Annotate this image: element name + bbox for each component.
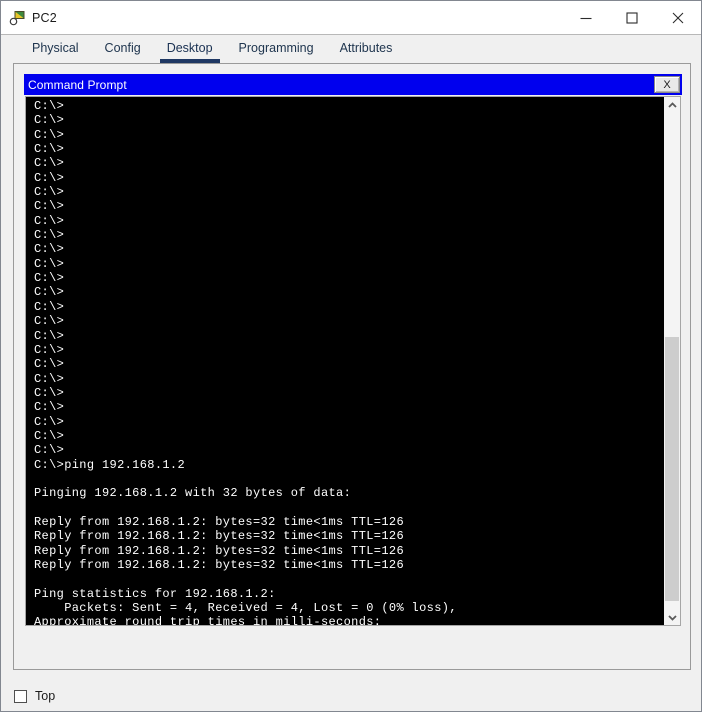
tab-programming[interactable]: Programming <box>226 35 327 63</box>
terminal-line: Reply from 192.168.1.2: bytes=32 time<1m… <box>34 558 663 572</box>
terminal-line: Approximate round trip times in milli-se… <box>34 615 663 625</box>
terminal-line <box>34 501 663 515</box>
terminal-line: C:\> <box>34 415 663 429</box>
terminal-line: C:\> <box>34 372 663 386</box>
window-controls <box>563 1 701 34</box>
terminal-line: C:\> <box>34 214 663 228</box>
command-prompt-title: Command Prompt <box>28 78 127 92</box>
command-prompt-close-button[interactable]: X <box>654 76 680 93</box>
terminal-line: C:\> <box>34 242 663 256</box>
tab-content-desktop: Command Prompt X C:\>C:\>C:\>C:\>C:\>C:\… <box>1 63 701 711</box>
terminal-line: C:\> <box>34 329 663 343</box>
chevron-down-icon[interactable] <box>664 609 680 625</box>
terminal-line: C:\> <box>34 429 663 443</box>
window-titlebar: PC2 <box>1 1 701 34</box>
top-checkbox[interactable] <box>14 690 27 703</box>
close-button[interactable] <box>655 1 701 34</box>
desktop-panel: Command Prompt X C:\>C:\>C:\>C:\>C:\>C:\… <box>13 63 691 670</box>
terminal-line: C:\> <box>34 171 663 185</box>
terminal-line: Reply from 192.168.1.2: bytes=32 time<1m… <box>34 544 663 558</box>
terminal-line: C:\> <box>34 300 663 314</box>
terminal-line: C:\> <box>34 386 663 400</box>
pc2-window: PC2 Physical Config Desktop Programming … <box>0 0 702 712</box>
maximize-button[interactable] <box>609 1 655 34</box>
terminal-line: C:\> <box>34 257 663 271</box>
terminal-line: Packets: Sent = 4, Received = 4, Lost = … <box>34 601 663 615</box>
terminal-line: C:\> <box>34 128 663 142</box>
top-checkbox-label: Top <box>35 689 55 703</box>
terminal-line: C:\> <box>34 285 663 299</box>
terminal-line: Reply from 192.168.1.2: bytes=32 time<1m… <box>34 515 663 529</box>
tab-physical[interactable]: Physical <box>19 35 92 63</box>
tab-attributes[interactable]: Attributes <box>327 35 406 63</box>
terminal-line: C:\> <box>34 199 663 213</box>
terminal-line: C:\>ping 192.168.1.2 <box>34 458 663 472</box>
chevron-up-icon[interactable] <box>664 97 680 113</box>
terminal-line: Ping statistics for 192.168.1.2: <box>34 587 663 601</box>
terminal-line: Pinging 192.168.1.2 with 32 bytes of dat… <box>34 486 663 500</box>
terminal-line: C:\> <box>34 314 663 328</box>
terminal-line: C:\> <box>34 185 663 199</box>
tab-bar: Physical Config Desktop Programming Attr… <box>1 34 701 63</box>
tab-desktop[interactable]: Desktop <box>154 35 226 63</box>
terminal-line: C:\> <box>34 343 663 357</box>
packet-tracer-device-icon <box>9 10 25 26</box>
window-title: PC2 <box>32 11 57 25</box>
terminal-area: C:\>C:\>C:\>C:\>C:\>C:\>C:\>C:\>C:\>C:\>… <box>25 96 681 626</box>
terminal-line <box>34 572 663 586</box>
tab-config[interactable]: Config <box>92 35 154 63</box>
terminal-line: C:\> <box>34 443 663 457</box>
terminal-line <box>34 472 663 486</box>
terminal-line: C:\> <box>34 228 663 242</box>
terminal-output[interactable]: C:\>C:\>C:\>C:\>C:\>C:\>C:\>C:\>C:\>C:\>… <box>26 97 663 625</box>
terminal-line: C:\> <box>34 99 663 113</box>
terminal-line: C:\> <box>34 357 663 371</box>
terminal-line: C:\> <box>34 142 663 156</box>
footer-bar: Top <box>1 676 702 716</box>
minimize-button[interactable] <box>563 1 609 34</box>
terminal-line: C:\> <box>34 271 663 285</box>
terminal-line: C:\> <box>34 113 663 127</box>
command-prompt-titlebar: Command Prompt X <box>24 74 682 95</box>
terminal-line: Reply from 192.168.1.2: bytes=32 time<1m… <box>34 529 663 543</box>
terminal-line: C:\> <box>34 400 663 414</box>
terminal-line: C:\> <box>34 156 663 170</box>
scrollbar-thumb[interactable] <box>665 337 679 601</box>
terminal-scrollbar[interactable] <box>663 97 680 625</box>
